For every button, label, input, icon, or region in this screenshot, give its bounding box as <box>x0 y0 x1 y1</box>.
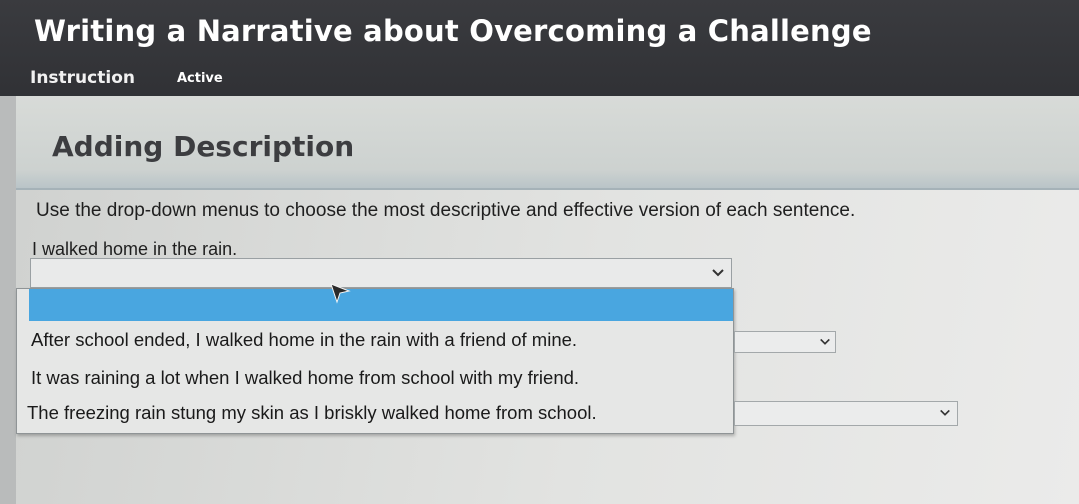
app-header: Writing a Narrative about Overcoming a C… <box>0 0 1079 100</box>
sentence-dropdown-3[interactable] <box>734 401 958 426</box>
dropdown-option-blank-highlighted[interactable] <box>29 289 733 321</box>
dropdown-listbox: After school ended, I walked home in the… <box>16 288 734 434</box>
dropdown-option[interactable]: After school ended, I walked home in the… <box>31 329 577 351</box>
sentence-prompt: I walked home in the rain. <box>32 239 238 259</box>
chevron-down-icon[interactable] <box>711 266 725 280</box>
section-title: Adding Description <box>52 130 355 163</box>
course-title: Writing a Narrative about Overcoming a C… <box>34 14 872 48</box>
mouse-cursor-icon <box>329 280 351 309</box>
dropdown-option[interactable]: It was raining a lot when I walked home … <box>31 367 579 389</box>
dropdown-option[interactable]: The freezing rain stung my skin as I bri… <box>27 402 597 424</box>
sentence-dropdown[interactable] <box>30 258 732 288</box>
header-tabs: Instruction Active <box>30 68 223 88</box>
left-rail <box>0 96 16 504</box>
tab-instruction[interactable]: Instruction <box>30 68 135 88</box>
tab-active[interactable]: Active <box>177 71 223 86</box>
chevron-down-icon[interactable] <box>939 407 953 421</box>
sentence-dropdown-2[interactable] <box>734 331 836 353</box>
instructions-text: Use the drop-down menus to choose the mo… <box>36 200 856 221</box>
chevron-down-icon[interactable] <box>819 336 833 350</box>
